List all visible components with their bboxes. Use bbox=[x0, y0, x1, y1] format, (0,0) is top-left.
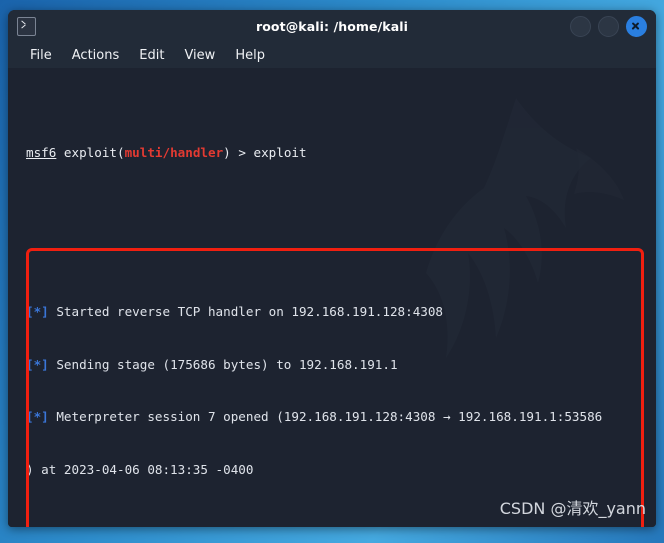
terminal-window: root@kali: /home/kali File Actions Edit … bbox=[8, 10, 656, 527]
msf-prompt-arrow: > bbox=[230, 145, 254, 161]
close-button[interactable] bbox=[626, 15, 647, 37]
console-line-status-1: [*] Started reverse TCP handler on 192.1… bbox=[26, 303, 656, 321]
window-titlebar[interactable]: root@kali: /home/kali bbox=[8, 10, 656, 42]
msf-module-name: multi/handler bbox=[124, 145, 224, 161]
msf-shell-label: msf6 bbox=[26, 145, 57, 161]
menu-item-edit[interactable]: Edit bbox=[139, 48, 164, 63]
status-marker: [*] bbox=[26, 303, 49, 319]
status-text: Sending stage (175686 bytes) to 192.168.… bbox=[48, 356, 398, 372]
console-line-status-2: [*] Sending stage (175686 bytes) to 192.… bbox=[26, 356, 656, 374]
minimize-button[interactable] bbox=[570, 15, 591, 37]
terminal-body[interactable]: msf6 exploit(multi/handler) > exploit [*… bbox=[8, 68, 656, 527]
terminal-scrollbar[interactable] bbox=[645, 68, 654, 527]
window-title: root@kali: /home/kali bbox=[255, 18, 409, 34]
menu-item-view[interactable]: View bbox=[184, 48, 215, 63]
maximize-button[interactable] bbox=[598, 15, 619, 37]
menu-item-help[interactable]: Help bbox=[235, 48, 265, 63]
csdn-watermark: CSDN @清欢_yann bbox=[499, 499, 646, 518]
window-controls bbox=[570, 15, 647, 37]
desktop-background: root@kali: /home/kali File Actions Edit … bbox=[0, 0, 664, 543]
status-marker: [*] bbox=[26, 409, 49, 425]
msf-command: exploit bbox=[253, 145, 307, 161]
menu-item-actions[interactable]: Actions bbox=[72, 48, 120, 63]
console-line-status-3: [*] Meterpreter session 7 opened (192.16… bbox=[26, 408, 656, 426]
status-text: Started reverse TCP handler on 192.168.1… bbox=[48, 303, 444, 319]
console-output: msf6 exploit(multi/handler) > exploit [*… bbox=[8, 68, 656, 527]
msf-module-close: ) bbox=[223, 145, 231, 161]
status-text: Meterpreter session 7 opened (192.168.19… bbox=[48, 409, 603, 425]
menu-bar: File Actions Edit View Help bbox=[8, 42, 656, 68]
msf-module-open: exploit( bbox=[56, 145, 125, 161]
console-line-status-4: ) at 2023-04-06 08:13:35 -0400 bbox=[26, 461, 656, 479]
menu-item-file[interactable]: File bbox=[30, 48, 52, 63]
status-marker: [*] bbox=[26, 356, 49, 372]
console-line-msf-prompt: msf6 exploit(multi/handler) > exploit bbox=[26, 144, 656, 162]
terminal-icon bbox=[17, 16, 36, 36]
status-text: ) at 2023-04-06 08:13:35 -0400 bbox=[26, 462, 254, 478]
